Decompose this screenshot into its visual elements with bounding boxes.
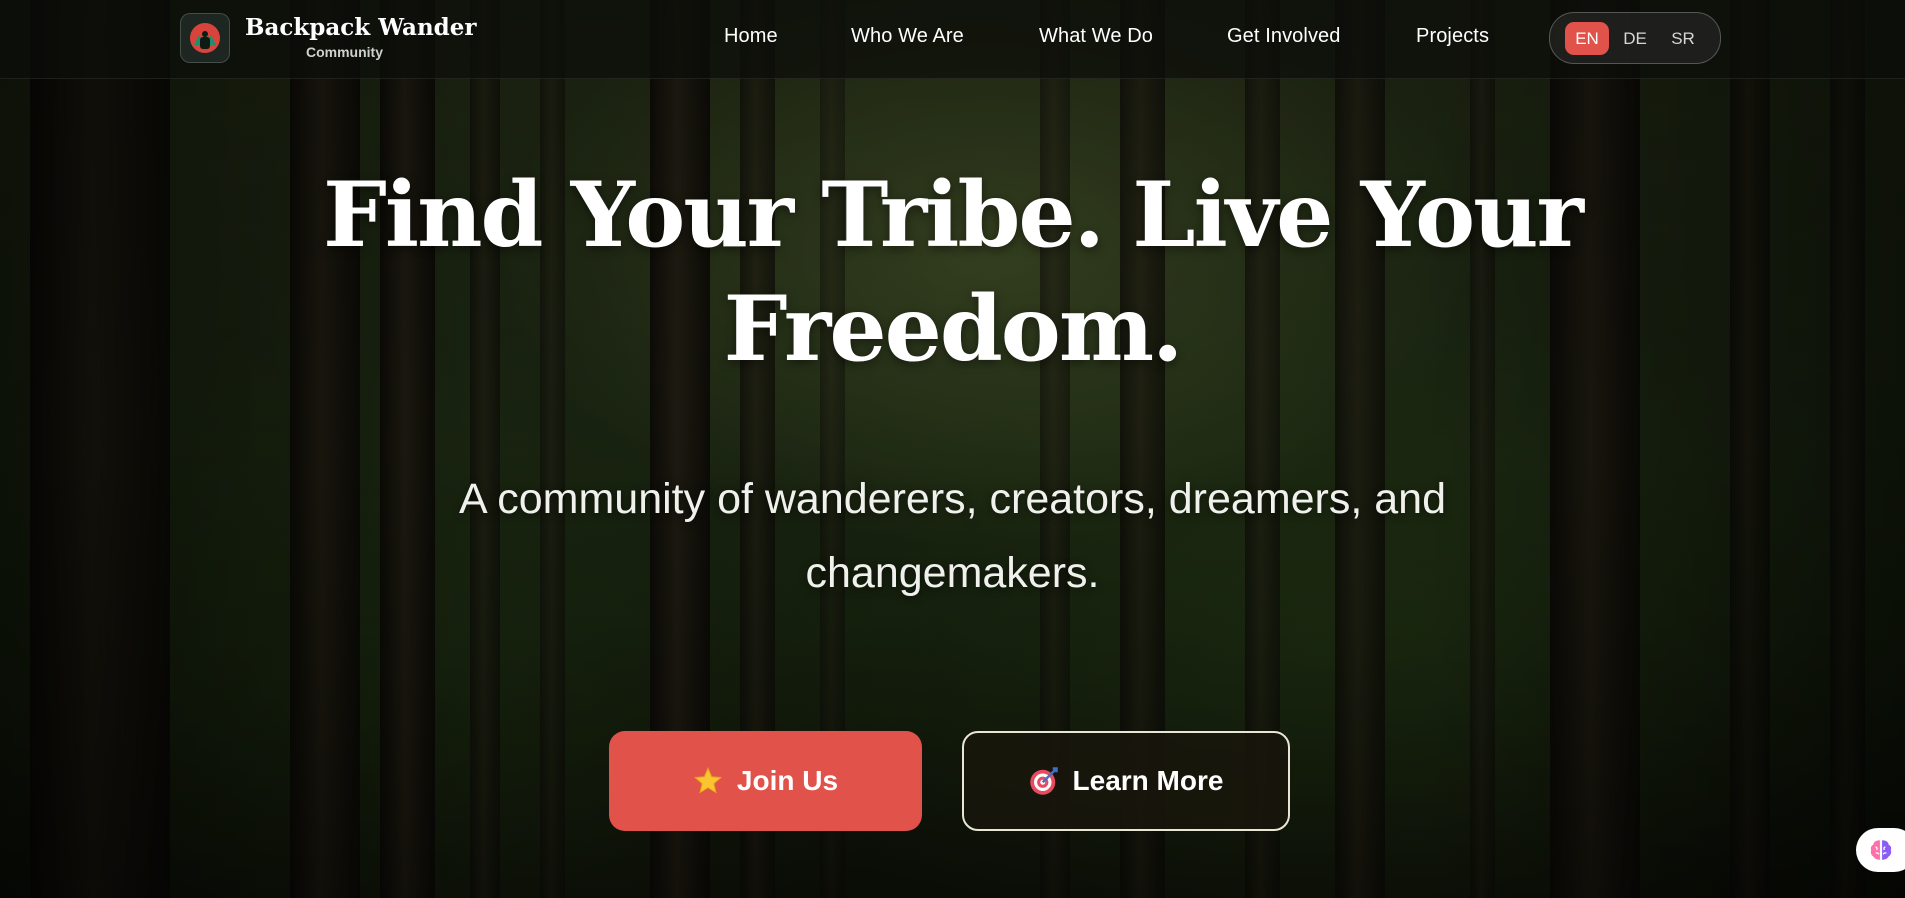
- hero-title: Find Your Tribe. Live Your Freedom.: [323, 162, 1584, 382]
- lang-option-de[interactable]: DE: [1613, 22, 1657, 55]
- learn-more-label: Learn More: [1072, 765, 1224, 796]
- brand-tagline: Community: [306, 44, 383, 60]
- language-switcher: EN DE SR: [1549, 12, 1721, 64]
- hero-background: [0, 0, 1905, 898]
- nav-item-what-we-do[interactable]: What We Do: [1039, 25, 1153, 48]
- top-navigation-bar: Backpack Wander Community Home Who We Ar…: [0, 0, 1905, 79]
- star-icon: [693, 766, 723, 796]
- brand-logo[interactable]: [180, 13, 230, 63]
- join-us-label: Join Us: [736, 765, 839, 796]
- learn-more-button[interactable]: Learn More: [962, 731, 1290, 831]
- brand-name[interactable]: Backpack Wander: [245, 14, 477, 41]
- hero-subtitle: A community of wanderers, creators, drea…: [458, 475, 1447, 597]
- lang-option-sr[interactable]: SR: [1661, 22, 1705, 55]
- nav-item-projects[interactable]: Projects: [1416, 25, 1489, 48]
- join-us-button[interactable]: Join Us: [609, 731, 922, 831]
- floating-assistant-button[interactable]: [1856, 828, 1905, 872]
- backpack-logo-icon: [190, 23, 220, 53]
- lang-option-en[interactable]: EN: [1565, 22, 1609, 55]
- target-icon: [1029, 766, 1059, 796]
- nav-item-home[interactable]: Home: [724, 25, 778, 48]
- brain-icon: [1870, 840, 1892, 860]
- nav-item-who-we-are[interactable]: Who We Are: [851, 25, 964, 48]
- nav-item-get-involved[interactable]: Get Involved: [1227, 25, 1341, 48]
